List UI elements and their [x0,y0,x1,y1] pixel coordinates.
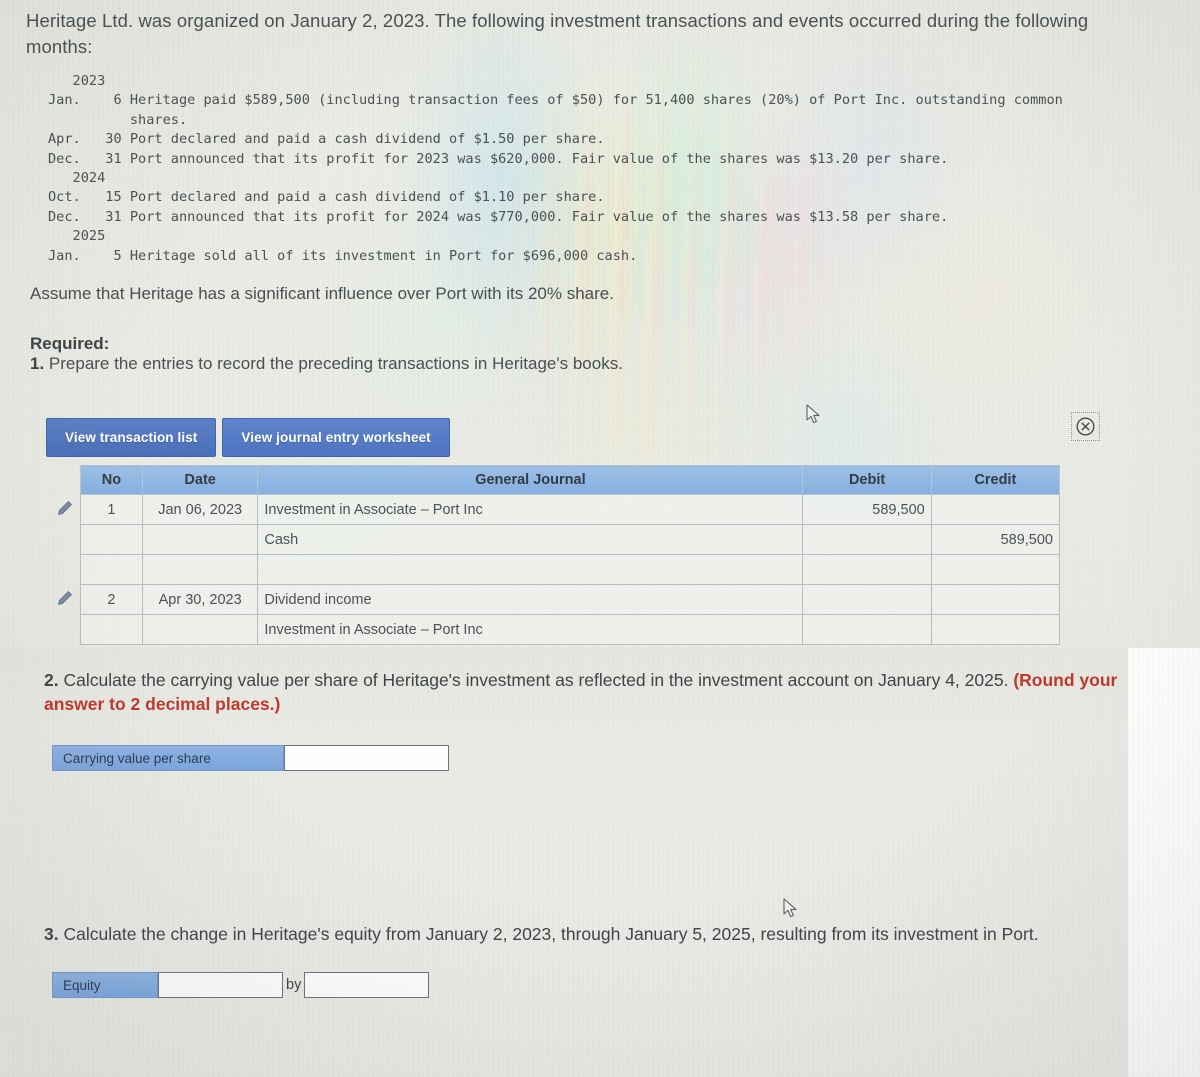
row-edit-placeholder [50,555,80,585]
journal-header-credit: Credit [930,465,1061,495]
equity-label: Equity [52,972,158,998]
close-circle-icon[interactable] [1071,412,1100,441]
required-label: Required: [30,334,110,353]
row-edit-placeholder [50,615,80,645]
mouse-cursor-icon-upper [806,404,820,424]
journal-table-row [50,554,1061,585]
equity-connector-label: by [286,977,302,993]
journal-cell-credit[interactable] [930,494,1061,525]
journal-header-general-journal: General Journal [257,465,804,495]
journal-header-row: No Date General Journal Debit Credit [50,465,1061,495]
journal-cell-no [79,524,143,555]
journal-table-row: Cash 589,500 [50,524,1061,555]
intro-paragraph: Heritage Ltd. was organized on January 2… [26,10,1089,57]
tab-view-transaction-list[interactable]: View transaction list [46,418,217,457]
carrying-value-input[interactable] [284,745,449,771]
required-item-1-text: Prepare the entries to record the preced… [44,354,623,373]
journal-cell-debit[interactable] [802,524,932,555]
required-item-1-number: 1. [30,354,45,373]
journal-table-row: 1 Jan 06, 2023 Investment in Associate – P… [50,494,1061,525]
journal-cell-no [79,554,143,585]
journal-cell-date[interactable] [141,554,259,585]
journal-cell-date[interactable] [141,614,259,645]
journal-cell-debit[interactable] [802,584,932,615]
assumption-text: Assume that Heritage has a significant i… [30,284,614,303]
journal-cell-credit[interactable] [930,584,1061,615]
question-3-number: 3. [44,924,59,944]
journal-cell-no: 1 [79,494,143,525]
journal-cell-debit[interactable] [802,554,932,585]
journal-cell-date[interactable]: Jan 06, 2023 [141,494,259,525]
tab-view-journal-entry-worksheet[interactable]: View journal entry worksheet [222,418,450,457]
journal-header-date: Date [141,465,259,495]
row-edit-placeholder [50,525,80,555]
journal-cell-debit[interactable] [802,614,932,645]
question-3-text: Calculate the change in Heritage's equit… [58,924,1039,944]
journal-cell-credit[interactable]: 589,500 [930,524,1061,555]
journal-header-no: No [79,465,143,495]
equity-amount-input[interactable] [304,972,430,998]
equity-direction-input[interactable] [158,972,283,998]
row-edit-button[interactable] [50,585,80,615]
journal-cell-debit[interactable]: 589,500 [802,494,932,525]
journal-cell-no: 2 [79,584,143,615]
question-2-number: 2. [44,670,59,690]
journal-cell-date[interactable] [141,524,259,555]
journal-table-row: 2 Apr 30, 2023 Dividend income [50,584,1061,615]
question-2-text: Calculate the carrying value per share o… [58,670,1014,690]
journal-table-row: Investment in Associate – Port Inc [50,614,1061,645]
edit-pencil-icon [58,590,72,605]
required-item-1: 1. Prepare the entries to record the pre… [30,354,930,374]
journal-cell-account[interactable]: Investment in Associate – Port Inc [257,614,804,645]
row-edit-button[interactable] [50,495,80,525]
journal-entry-table: No Date General Journal Debit Credit 1 Ja… [50,465,1061,645]
question-3: 3. Calculate the change in Heritage's eq… [44,922,1134,946]
journal-cell-account[interactable]: Cash [257,524,804,555]
journal-cell-credit[interactable] [930,554,1061,585]
mouse-cursor-icon-lower [783,898,797,918]
journal-header-edit [50,466,80,495]
carrying-value-answer-row: Carrying value per share [52,745,449,771]
journal-cell-date[interactable]: Apr 30, 2023 [141,584,259,615]
journal-header-debit: Debit [802,465,932,495]
journal-table-body: 1 Jan 06, 2023 Investment in Associate – P… [50,494,1061,645]
journal-cell-account[interactable]: Dividend income [257,584,804,615]
equity-answer-row: Equity by [52,972,430,998]
worksheet-tabs: View transaction list View journal entry… [46,418,450,457]
journal-cell-account[interactable] [257,554,804,585]
edit-pencil-icon [58,500,72,515]
close-circle-icon-svg [1076,417,1095,436]
journal-cell-account[interactable]: Investment in Associate – Port Inc [257,494,804,525]
carrying-value-label: Carrying value per share [52,745,284,771]
journal-cell-no [79,614,143,645]
journal-cell-credit[interactable] [930,614,1061,645]
transaction-listing: 2023 Jan. 6 Heritage paid $589,500 (incl… [48,73,1063,264]
question-2: 2. Calculate the carrying value per shar… [44,668,1134,716]
